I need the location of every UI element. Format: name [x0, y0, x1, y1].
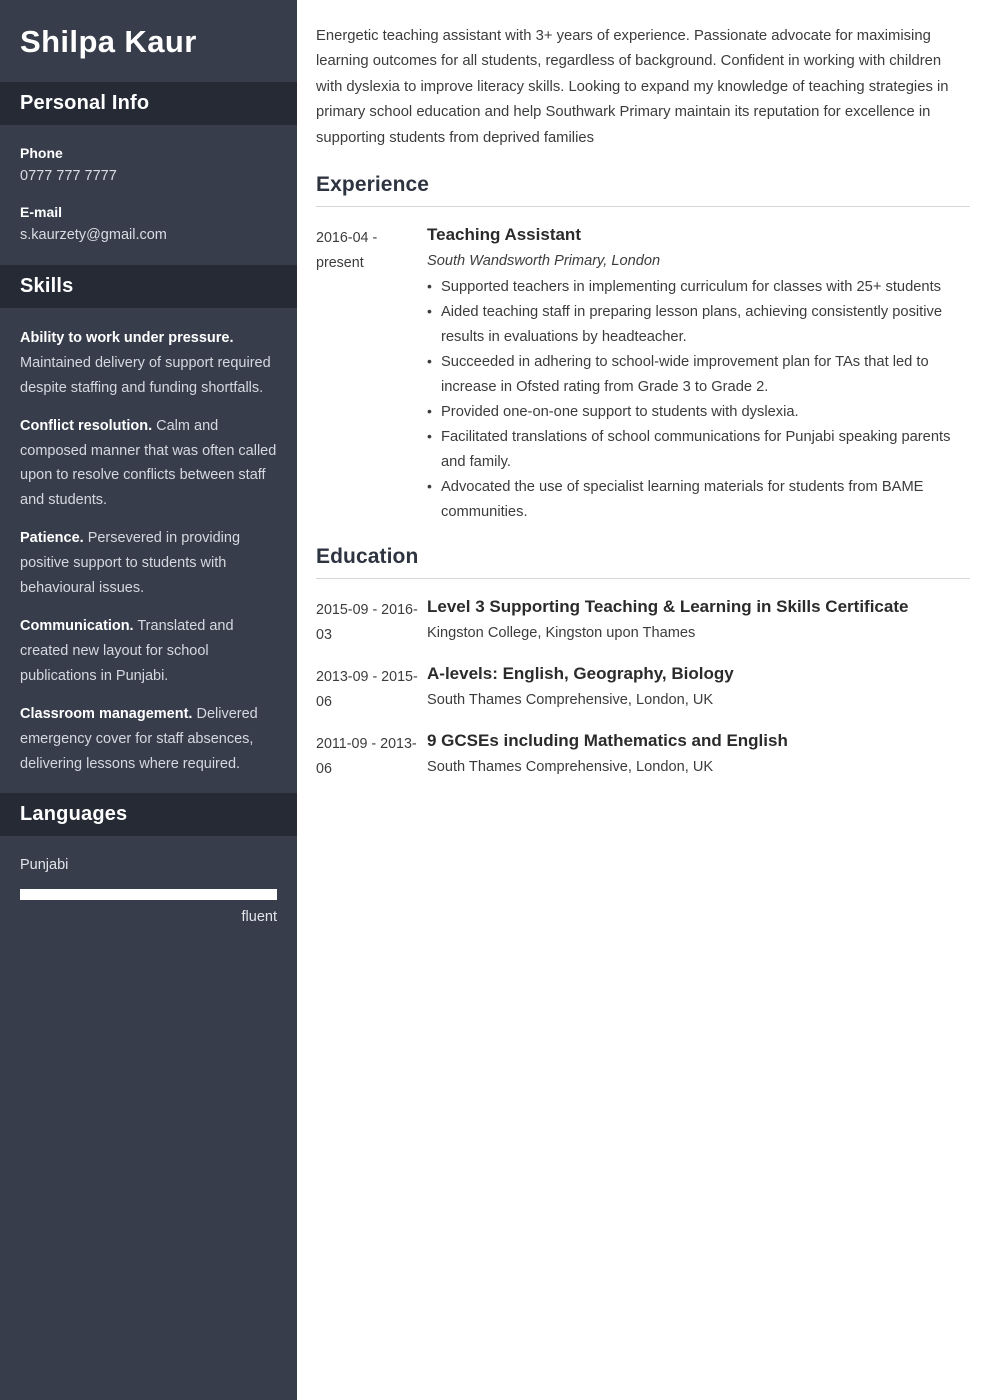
education-entry-body: 9 GCSEs including Mathematics and Englis…: [427, 729, 970, 781]
name-banner: Shilpa Kaur: [0, 0, 297, 82]
education-entry: 2015-09 - 2016-03 Level 3 Supporting Tea…: [316, 595, 970, 648]
education-entry-body: A-levels: English, Geography, Biology So…: [427, 662, 970, 714]
skills-body: Ability to work under pressure. Maintain…: [0, 308, 297, 793]
education-entry: 2011-09 - 2013-06 9 GCSEs including Math…: [316, 729, 970, 782]
education-entry-date: 2015-09 - 2016-03: [316, 602, 418, 644]
skill-description: Maintained delivery of support required …: [20, 354, 271, 396]
experience-bullet: Aided teaching staff in preparing lesson…: [427, 300, 970, 350]
experience-bullet: Advocated the use of specialist learning…: [427, 475, 970, 525]
section-divider: [316, 206, 970, 208]
language-item: Punjabi fluent: [20, 854, 277, 929]
contact-value-phone[interactable]: 0777 777 7777: [20, 165, 277, 188]
language-name: Punjabi: [20, 856, 69, 873]
personal-info-body: Phone 0777 777 7777 E-mail s.kaurzety@gm…: [0, 125, 297, 265]
education-qualification: 9 GCSEs including Mathematics and Englis…: [427, 731, 788, 751]
contact-label-email: E-mail: [20, 203, 63, 220]
skill-item: Communication. Translated and created ne…: [20, 614, 277, 689]
education-heading: Education: [316, 545, 419, 569]
skill-name: Communication.: [20, 618, 134, 635]
sidebar-section-header-skills: Skills: [0, 264, 297, 308]
contact-item-email: E-mail s.kaurzety@gmail.com: [20, 202, 277, 247]
language-proficiency-fill: [21, 889, 276, 899]
skill-name: Patience.: [20, 530, 84, 547]
main-content: Energetic teaching assistant with 3+ yea…: [297, 0, 990, 1400]
education-entry-body: Level 3 Supporting Teaching & Learning i…: [427, 595, 970, 647]
education-entry-date: 2013-09 - 2015-06: [316, 669, 418, 711]
resume-page: Shilpa Kaur Personal Info Phone 0777 777…: [0, 0, 990, 1400]
skill-item: Patience. Persevered in providing positi…: [20, 526, 277, 601]
contact-label-phone: Phone: [20, 145, 63, 161]
language-proficiency-bar: [20, 888, 277, 900]
skill-item: Ability to work under pressure. Maintain…: [20, 326, 277, 401]
sidebar: Shilpa Kaur Personal Info Phone 0777 777…: [0, 0, 297, 1400]
skill-name: Classroom management.: [20, 705, 193, 722]
skills-heading: Skills: [20, 274, 74, 297]
personal-info-heading: Personal Info: [20, 92, 150, 114]
sidebar-section-header-personal-info: Personal Info: [0, 82, 297, 125]
education-qualification: Level 3 Supporting Teaching & Learning i…: [427, 597, 909, 617]
sidebar-section-header-languages: Languages: [0, 792, 297, 836]
education-institution: Kingston College, Kingston upon Thames: [427, 624, 696, 641]
experience-bullet: Supported teachers in implementing curri…: [427, 275, 970, 300]
experience-job-title: Teaching Assistant: [427, 225, 581, 245]
experience-entry-body: Teaching Assistant South Wandsworth Prim…: [427, 223, 970, 525]
languages-body: Punjabi fluent: [0, 836, 297, 945]
education-institution: South Thames Comprehensive, London, UK: [427, 692, 714, 708]
experience-bullet: Provided one-on-one support to students …: [427, 400, 970, 425]
education-section: Education 2015-09 - 2016-03 Level 3 Supp…: [316, 545, 970, 782]
professional-summary: Energetic teaching assistant with 3+ yea…: [316, 28, 949, 146]
skill-name: Conflict resolution.: [20, 417, 153, 434]
skill-name: Ability to work under pressure.: [20, 329, 234, 346]
education-entry-date: 2011-09 - 2013-06: [316, 736, 417, 778]
education-entry: 2013-09 - 2015-06 A-levels: English, Geo…: [316, 662, 970, 715]
experience-entry-date: 2016-04 - present: [316, 230, 378, 272]
education-qualification: A-levels: English, Geography, Biology: [427, 664, 734, 684]
experience-bullet: Facilitated translations of school commu…: [427, 425, 970, 475]
experience-section: Experience 2016-04 - present Teaching As…: [316, 173, 970, 525]
experience-entry: 2016-04 - present Teaching Assistant Sou…: [316, 223, 970, 525]
experience-bullet: Succeeded in adhering to school-wide imp…: [427, 350, 970, 400]
candidate-name: Shilpa Kaur: [20, 23, 197, 59]
education-institution: South Thames Comprehensive, London, UK: [427, 759, 714, 776]
languages-heading: Languages: [20, 802, 128, 825]
contact-value-email[interactable]: s.kaurzety@gmail.com: [20, 224, 277, 247]
language-level-label: fluent: [241, 908, 277, 925]
contact-item-phone: Phone 0777 777 7777: [20, 143, 277, 188]
skill-item: Conflict resolution. Calm and composed m…: [20, 414, 277, 514]
experience-bullet-list: Supported teachers in implementing curri…: [427, 275, 970, 525]
experience-heading: Experience: [316, 173, 430, 197]
skill-item: Classroom management. Delivered emergenc…: [20, 702, 277, 777]
experience-organisation: South Wandsworth Primary, London: [427, 252, 661, 269]
section-divider: [316, 578, 970, 580]
